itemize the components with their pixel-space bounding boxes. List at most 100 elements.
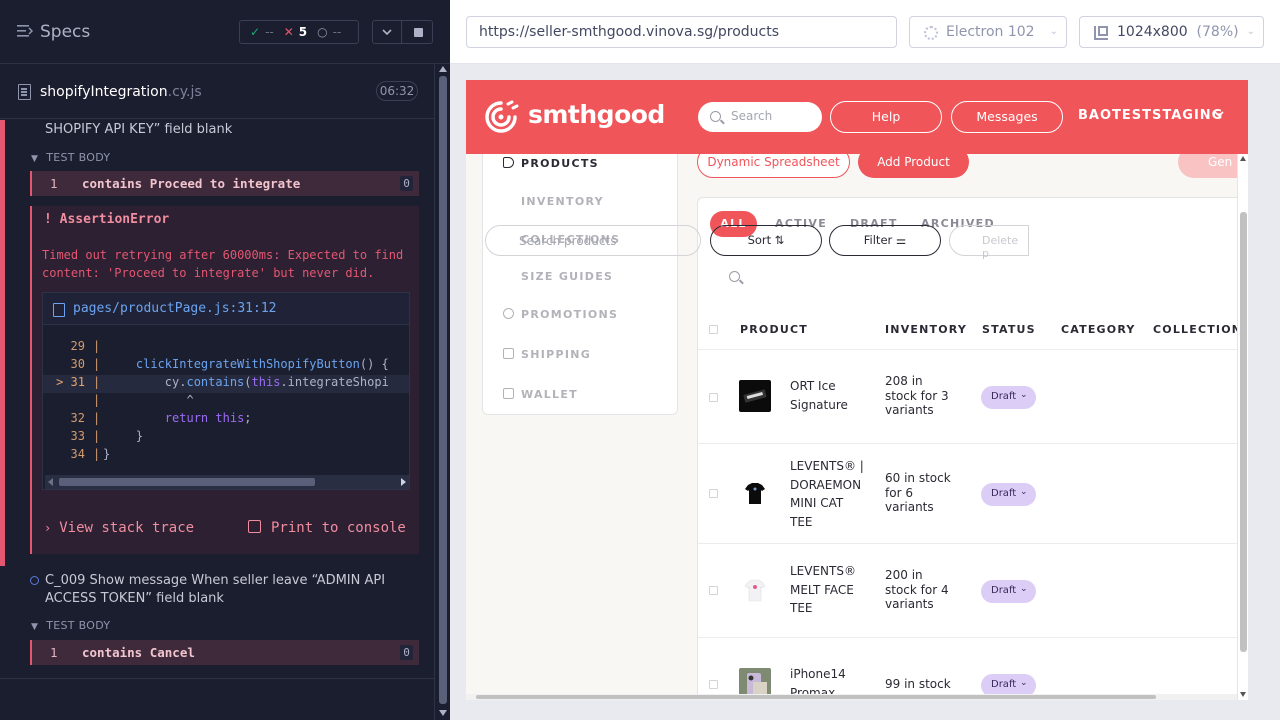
- product-search-input[interactable]: Search products: [485, 225, 701, 256]
- chevron-down-icon[interactable]: [1214, 110, 1224, 118]
- column-status[interactable]: STATUS: [982, 323, 1036, 336]
- product-thumbnail[interactable]: [739, 574, 771, 606]
- column-product[interactable]: PRODUCT: [740, 323, 808, 336]
- product-name[interactable]: LEVENTS® | DORAEMON MINI CAT TEE: [790, 457, 868, 531]
- code-file-link[interactable]: pages/productPage.js:31:12: [73, 301, 277, 316]
- scroll-right-icon[interactable]: [401, 478, 406, 486]
- code-line: 34 |}: [70, 447, 111, 461]
- chevron-right-icon: ›: [44, 521, 52, 535]
- status-badge[interactable]: Draft ⌄: [981, 580, 1036, 603]
- product-inventory: 99 in stock: [885, 677, 951, 691]
- scroll-up-icon[interactable]: [439, 66, 447, 72]
- running-indicator-icon: [30, 576, 39, 585]
- product-thumbnail[interactable]: [739, 380, 771, 412]
- divider: [0, 678, 434, 679]
- help-button[interactable]: Help: [830, 101, 942, 133]
- stop-button[interactable]: [401, 20, 433, 44]
- chevron-down-icon: ⌄: [1049, 26, 1058, 37]
- command-badge: 0: [400, 176, 413, 191]
- product-name[interactable]: LEVENTS® MELT FACE TEE: [790, 562, 868, 618]
- file-icon: [18, 84, 31, 100]
- store-menu[interactable]: BAOTESTSTAGING: [1078, 108, 1223, 123]
- select-all-checkbox[interactable]: [709, 325, 718, 334]
- scrollbar-thumb[interactable]: [59, 478, 315, 486]
- command-index: 1: [50, 176, 58, 191]
- test-body-label[interactable]: ▼ TEST BODY: [31, 619, 110, 632]
- app-horizontal-scrollbar[interactable]: [466, 694, 1237, 700]
- delete-products-button[interactable]: Delete p: [949, 225, 1029, 260]
- next-test-title[interactable]: C_009 Show message When seller leave “AD…: [45, 572, 415, 608]
- passed-count: --: [265, 25, 274, 39]
- code-line: 29 |: [70, 339, 101, 353]
- run-duration: 06:32: [376, 81, 418, 101]
- scroll-up-icon[interactable]: [1240, 156, 1246, 161]
- column-category[interactable]: CATEGORY: [1061, 323, 1136, 336]
- error-message: Timed out retrying after 60000ms: Expect…: [42, 248, 404, 280]
- messages-button[interactable]: Messages: [951, 101, 1063, 133]
- cypress-runner-panel: Specs ✓ -- ✕ 5 ○ -- shopifyIntegration.c…: [0, 0, 450, 720]
- viewport-selector[interactable]: 1024x800 (78%) ⌄: [1079, 16, 1264, 48]
- column-collection[interactable]: COLLECTION: [1153, 323, 1242, 336]
- chevron-down-icon: ⌄: [1020, 678, 1028, 688]
- spec-file-bar: shopifyIntegration.cy.js 06:32: [0, 65, 434, 119]
- percent-icon: [503, 308, 514, 319]
- app-under-test: smthgood Search Help Messages BAOTESTSTA…: [466, 80, 1248, 700]
- brand-name[interactable]: smthgood: [528, 100, 665, 129]
- scrollbar-thumb[interactable]: [1240, 212, 1247, 652]
- product-name[interactable]: ORT Ice Signature: [790, 377, 868, 414]
- pending-icon: ○: [317, 25, 328, 39]
- app-header: smthgood Search Help Messages BAOTESTSTA…: [466, 80, 1248, 154]
- code-horizontal-scrollbar[interactable]: [45, 475, 409, 489]
- status-badge[interactable]: Draft ⌄: [981, 386, 1036, 409]
- scroll-down-icon[interactable]: [439, 710, 447, 716]
- row-checkbox[interactable]: [709, 489, 718, 498]
- chevron-down-icon: ⌄: [1020, 390, 1028, 400]
- command-row[interactable]: 1 contains Cancel 0: [30, 640, 419, 665]
- code-line: 33 | }: [70, 429, 144, 443]
- column-inventory[interactable]: INVENTORY: [885, 323, 967, 336]
- previous-test-title[interactable]: SHOPIFY API KEY” field blank: [45, 122, 232, 137]
- row-checkbox[interactable]: [709, 586, 718, 595]
- scroll-left-icon[interactable]: [48, 478, 53, 486]
- stop-icon: [414, 28, 423, 37]
- browser-icon: [924, 26, 938, 40]
- code-frame-header[interactable]: pages/productPage.js:31:12: [43, 293, 409, 325]
- pending-stat: ○ --: [317, 25, 341, 39]
- browser-selector[interactable]: Electron 102 ⌄: [909, 16, 1067, 48]
- sort-icon: ⇅: [774, 233, 785, 247]
- code-frame: pages/productPage.js:31:12 29 | 30 | click…: [42, 292, 410, 490]
- runner-scrollbar[interactable]: [434, 64, 450, 720]
- runner-options-button[interactable]: [372, 20, 402, 44]
- view-stack-trace-button[interactable]: › View stack trace: [44, 520, 194, 536]
- product-inventory: 60 in stock for 6 variants: [885, 471, 951, 514]
- filter-button[interactable]: Filter ⚌: [829, 225, 941, 256]
- code-line-caret: | ^: [93, 393, 194, 407]
- aut-toolbar: https://seller-smthgood.vinova.sg/produc…: [450, 0, 1280, 64]
- spec-file-name[interactable]: shopifyIntegration.cy.js: [40, 84, 202, 100]
- smthgood-logo-icon[interactable]: [482, 98, 520, 136]
- divider: [698, 349, 1248, 350]
- code-line: 32 | return this;: [70, 411, 252, 425]
- test-body-label[interactable]: ▼ TEST BODY: [31, 151, 110, 164]
- specs-title[interactable]: Specs: [40, 22, 90, 42]
- row-checkbox[interactable]: [709, 680, 718, 689]
- sort-button[interactable]: Sort ⇅: [710, 225, 822, 256]
- passed-stat: ✓ --: [250, 25, 274, 39]
- failed-stat: ✕ 5: [284, 25, 307, 39]
- print-to-console-button[interactable]: Print to console: [248, 520, 406, 536]
- scroll-down-icon[interactable]: [1240, 692, 1246, 697]
- url-bar[interactable]: https://seller-smthgood.vinova.sg/produc…: [466, 16, 897, 48]
- divider: [698, 543, 1248, 544]
- file-icon: [53, 303, 65, 317]
- command-row[interactable]: 1 contains Proceed to integrate 0: [30, 171, 419, 196]
- products-panel: ALL ACTIVE DRAFT ARCHIVED: [697, 197, 1247, 700]
- divider: [698, 637, 1248, 638]
- app-vertical-scrollbar[interactable]: [1237, 154, 1248, 700]
- scrollbar-thumb[interactable]: [476, 695, 1156, 699]
- product-thumbnail[interactable]: [739, 477, 771, 509]
- specs-menu-icon[interactable]: [17, 24, 33, 38]
- row-checkbox[interactable]: [709, 393, 718, 402]
- status-badge[interactable]: Draft ⌄: [981, 483, 1036, 506]
- scrollbar-thumb[interactable]: [439, 76, 447, 704]
- command-index: 1: [50, 645, 58, 660]
